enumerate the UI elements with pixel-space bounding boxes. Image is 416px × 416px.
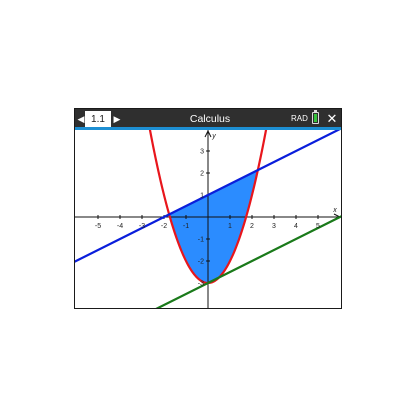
battery-level bbox=[314, 114, 317, 122]
y-axis-label: y bbox=[211, 133, 216, 140]
y-tick-label: 1 bbox=[200, 193, 204, 200]
arrow-right-icon[interactable]: ▶ bbox=[113, 109, 121, 129]
x-tick-label: 4 bbox=[294, 223, 298, 230]
x-tick-label: 5 bbox=[316, 223, 320, 230]
arrow-left-icon[interactable]: ◀ bbox=[77, 109, 85, 129]
angle-mode-indicator: RAD bbox=[291, 114, 308, 123]
document-title: Calculus bbox=[189, 113, 231, 125]
y-tick-label: -1 bbox=[198, 237, 204, 244]
x-tick-label: -3 bbox=[139, 223, 145, 230]
y-tick-label: 3 bbox=[200, 149, 204, 156]
battery-icon bbox=[312, 112, 319, 124]
x-tick-label: 1 bbox=[228, 223, 232, 230]
calculator-screen: ◀ 1.1 ▶ Calculus RAD ✕ -5 -4 -3 -2 -1 1 2 3 4 5 -3… bbox=[74, 108, 342, 309]
close-icon[interactable]: ✕ bbox=[325, 109, 339, 129]
x-tick-label: 3 bbox=[272, 223, 276, 230]
y-tick-label: -2 bbox=[198, 259, 204, 266]
y-tick-label: -3 bbox=[198, 281, 204, 288]
x-tick-label: -2 bbox=[161, 223, 167, 230]
y-tick-label: 2 bbox=[200, 171, 204, 178]
graph-canvas[interactable]: -5 -4 -3 -2 -1 1 2 3 4 5 -3 -2 -1 1 2 3 x y bbox=[75, 130, 341, 308]
title-bar: ◀ 1.1 ▶ Calculus RAD ✕ bbox=[75, 109, 341, 130]
x-tick-label: -5 bbox=[95, 223, 101, 230]
x-tick-label: -1 bbox=[183, 223, 189, 230]
x-axis-label: x bbox=[332, 207, 337, 214]
x-tick-label: -4 bbox=[117, 223, 123, 230]
x-tick-label: 2 bbox=[250, 223, 254, 230]
